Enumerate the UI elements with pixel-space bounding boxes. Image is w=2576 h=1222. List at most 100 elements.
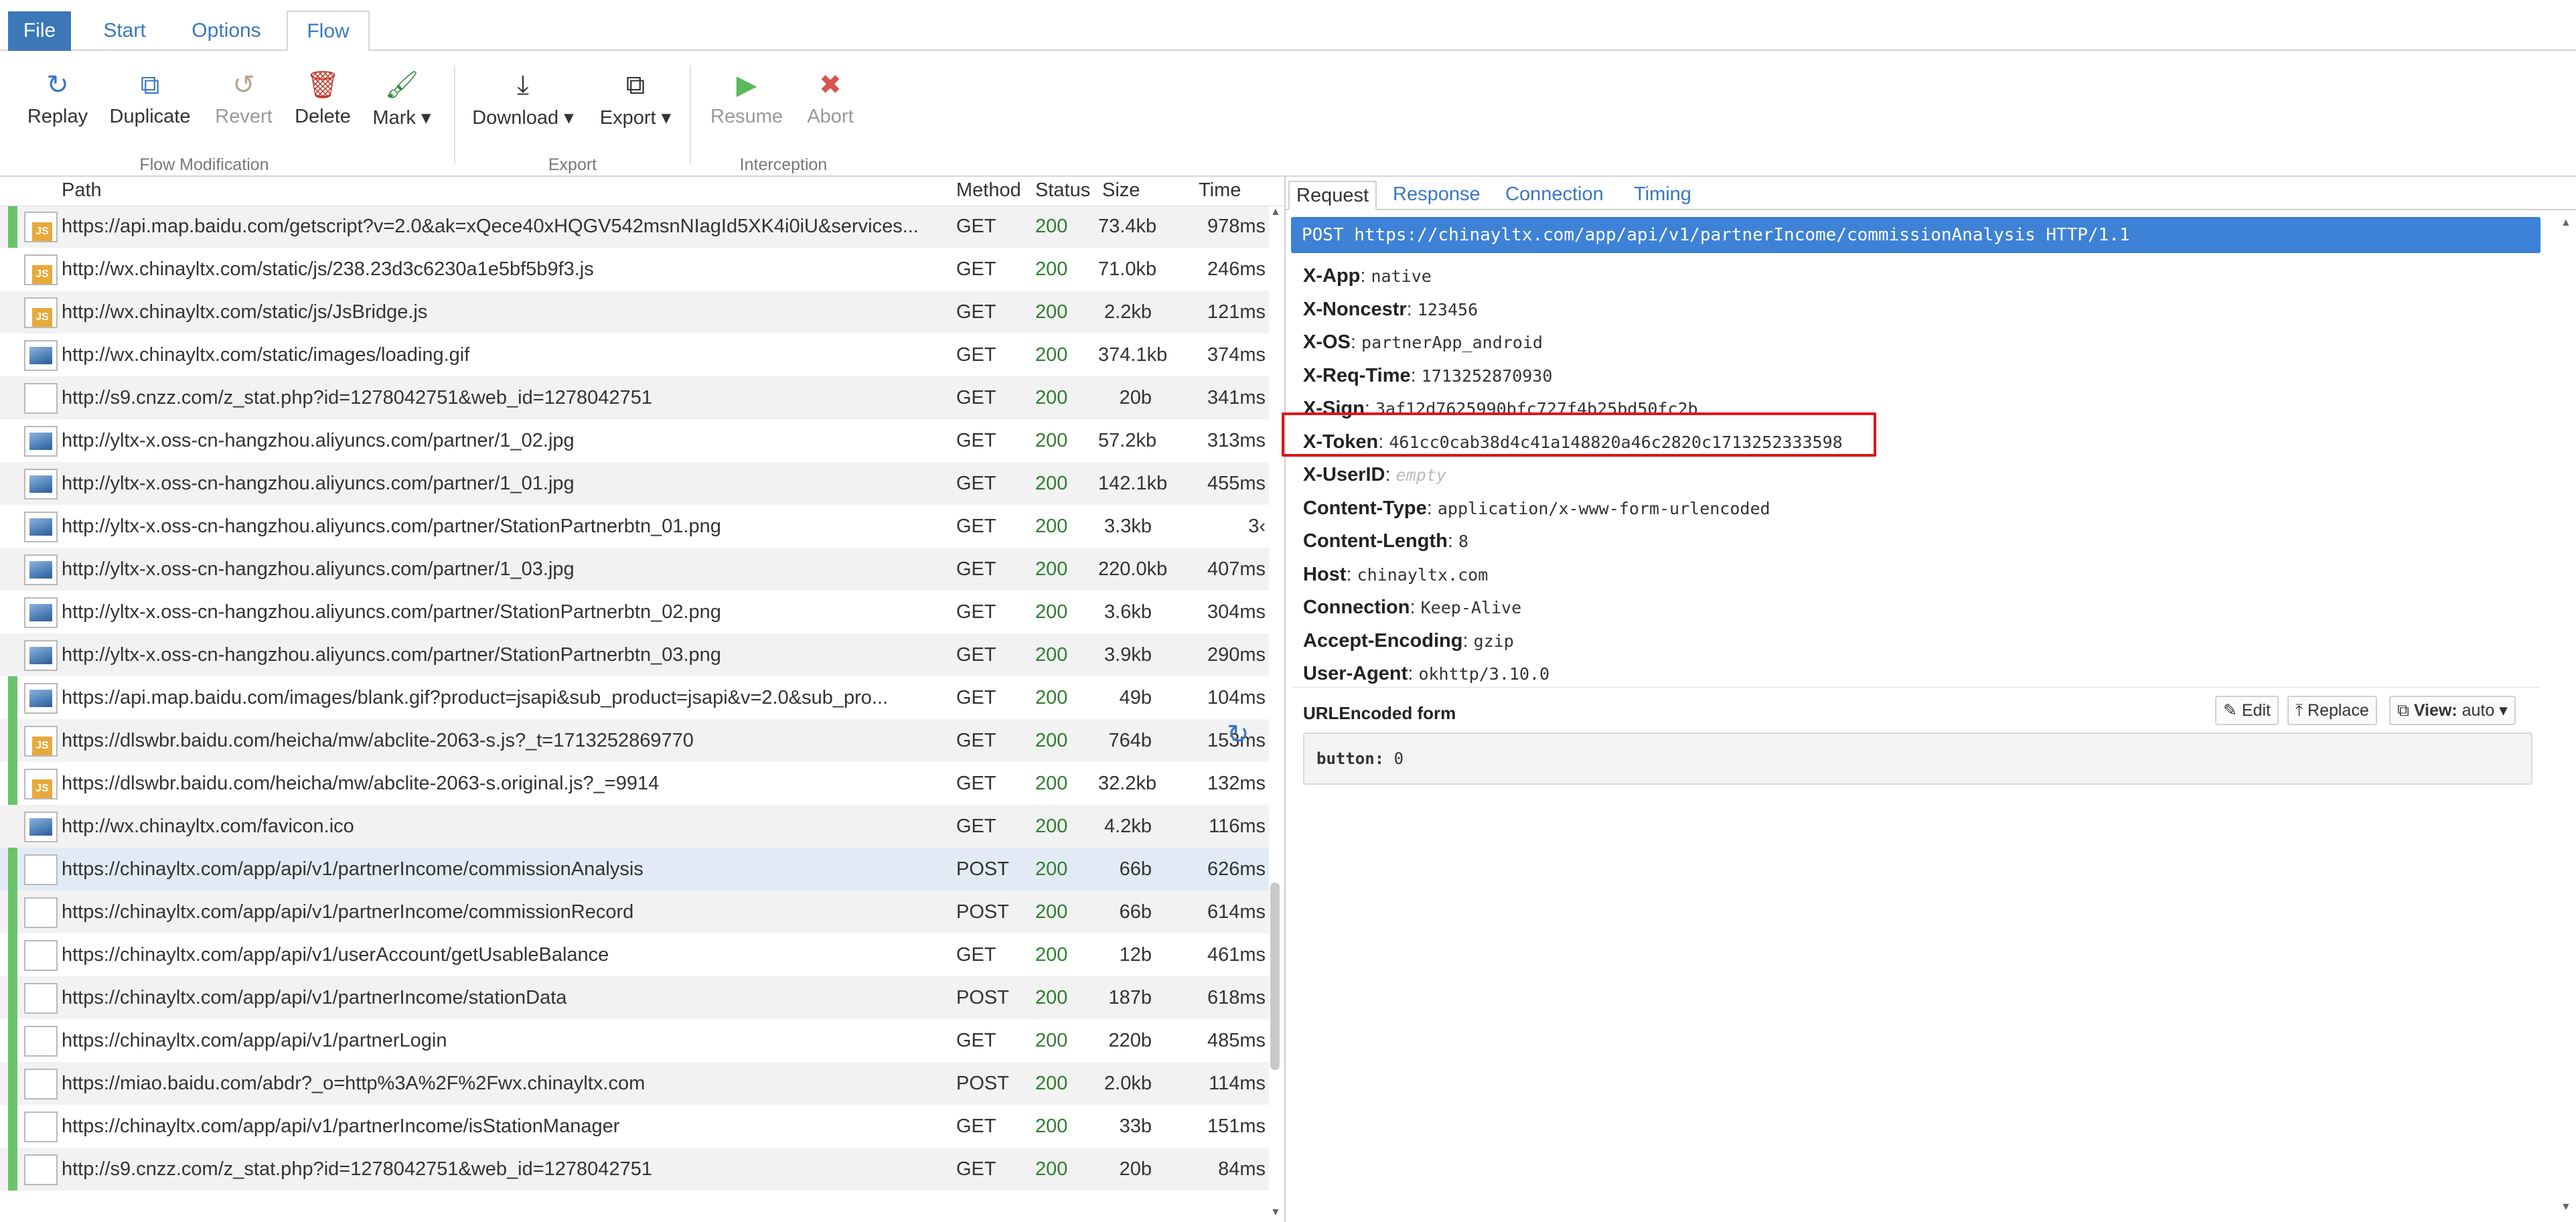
resume-button[interactable]: ▶ Resume xyxy=(708,68,785,135)
flow-modification-group-label: Flow Modification xyxy=(139,155,269,174)
flow-time: 461ms xyxy=(1207,944,1266,966)
document-icon xyxy=(24,897,58,928)
tab-response[interactable]: Response xyxy=(1386,181,1487,210)
document-icon xyxy=(24,940,58,971)
image-file-icon xyxy=(24,426,58,457)
column-header-time[interactable]: Time xyxy=(1199,179,1241,202)
flow-time: 246ms xyxy=(1207,258,1266,280)
flow-marker xyxy=(8,633,17,676)
flow-row[interactable]: http://wx.chinayltx.com/favicon.ico GET 20… xyxy=(0,805,1269,848)
tab-connection[interactable]: Connection xyxy=(1499,181,1610,210)
ribbon-toolbar: ↻ Replay ⧉ Duplicate ↺ Revert 🗑 Delete 🖌… xyxy=(0,51,2576,177)
column-header-size[interactable]: Size xyxy=(1102,179,1140,202)
replace-button[interactable]: ⤒ Replace xyxy=(2287,696,2377,725)
refresh-icon[interactable]: ↻ xyxy=(1227,719,1249,750)
delete-button[interactable]: 🗑 Delete xyxy=(288,68,358,135)
flow-time: 614ms xyxy=(1207,901,1266,923)
scroll-up-icon[interactable]: ▲ xyxy=(1270,206,1281,218)
flow-time: 455ms xyxy=(1207,473,1266,494)
flow-marker xyxy=(8,933,17,976)
flow-time: 341ms xyxy=(1207,387,1266,408)
flow-row[interactable]: https://chinayltx.com/app/api/v1/partner… xyxy=(0,1105,1269,1148)
column-header-path[interactable]: Path xyxy=(62,179,102,202)
download-icon: ⤓ xyxy=(517,70,529,100)
document-icon xyxy=(24,1026,58,1057)
flow-row[interactable]: http://wx.chinayltx.com/static/js/JsBrid… xyxy=(0,291,1269,333)
duplicate-button[interactable]: ⧉ Duplicate xyxy=(104,68,196,135)
flow-status: 200 xyxy=(1035,901,1068,923)
flow-status: 200 xyxy=(1035,216,1068,237)
menu-tab-start[interactable]: Start xyxy=(82,11,167,51)
column-header-status[interactable]: Status xyxy=(1035,179,1090,202)
flow-time: 114ms xyxy=(1209,1073,1266,1094)
download-button[interactable]: ⤓ Download ▾ xyxy=(469,68,577,135)
flow-marker xyxy=(8,505,17,548)
tab-timing[interactable]: Timing xyxy=(1627,181,1698,210)
view-mode-select[interactable]: ⧉ View: auto ▾ xyxy=(2389,696,2516,725)
scroll-down-icon[interactable]: ▼ xyxy=(2561,1201,2571,1213)
menu-tab-file[interactable]: File xyxy=(8,11,71,51)
flow-row[interactable]: https://chinayltx.com/app/api/v1/partner… xyxy=(0,1019,1269,1062)
flow-row[interactable]: http://yltx-x.oss-cn-hangzhou.aliyuncs.c… xyxy=(0,548,1269,591)
flow-row[interactable]: https://chinayltx.com/app/api/v1/partner… xyxy=(0,891,1269,933)
menu-tab-options[interactable]: Options xyxy=(175,11,277,51)
tab-request[interactable]: Request xyxy=(1288,181,1377,210)
flow-row[interactable]: http://wx.chinayltx.com/static/js/238.23… xyxy=(0,248,1269,291)
flow-row[interactable]: https://dlswbr.baidu.com/heicha/mw/abcli… xyxy=(0,762,1269,805)
flow-list-scrollbar[interactable]: ▲ ▼ xyxy=(1268,206,1284,1222)
flow-status: 200 xyxy=(1035,687,1068,708)
flow-row[interactable]: http://s9.cnzz.com/z_stat.php?id=1278042… xyxy=(0,376,1269,419)
scroll-up-icon[interactable]: ▲ xyxy=(2561,217,2571,229)
flow-time: 313ms xyxy=(1207,430,1266,451)
flow-marker xyxy=(8,891,17,933)
replay-button[interactable]: ↻ Replay xyxy=(25,68,90,135)
flow-size: 66b xyxy=(1119,858,1152,880)
export-button[interactable]: ⧉ Export ▾ xyxy=(597,68,674,135)
flow-row[interactable]: https://chinayltx.com/app/api/v1/userAcc… xyxy=(0,933,1269,976)
flow-row[interactable]: http://yltx-x.oss-cn-hangzhou.aliyuncs.c… xyxy=(0,419,1269,462)
flow-time: 151ms xyxy=(1207,1116,1266,1137)
flow-marker xyxy=(8,591,17,633)
header-value: chinayltx.com xyxy=(1357,564,1489,585)
export-icon: ⧉ xyxy=(625,70,646,100)
flow-marker xyxy=(8,248,17,291)
flow-status: 200 xyxy=(1035,1073,1068,1094)
edit-button[interactable]: ✎ Edit xyxy=(2215,696,2279,725)
flow-row[interactable]: https://chinayltx.com/app/api/v1/partner… xyxy=(0,848,1269,891)
flow-method: GET xyxy=(956,730,996,751)
flow-size: 764b xyxy=(1108,730,1152,751)
menu-tab-flow[interactable]: Flow xyxy=(287,11,370,52)
flow-row[interactable]: https://api.map.baidu.com/getscript?v=2.… xyxy=(0,205,1269,248)
revert-button[interactable]: ↺ Revert xyxy=(209,68,279,135)
column-header-method[interactable]: Method xyxy=(956,179,1021,202)
scrollbar-thumb[interactable] xyxy=(1270,883,1280,1070)
flow-row[interactable]: https://api.map.baidu.com/images/blank.g… xyxy=(0,676,1269,719)
scroll-down-icon[interactable]: ▼ xyxy=(1270,1207,1281,1219)
flow-row[interactable]: http://yltx-x.oss-cn-hangzhou.aliyuncs.c… xyxy=(0,633,1269,676)
flow-status: 200 xyxy=(1035,730,1068,751)
flow-path: http://wx.chinayltx.com/static/js/238.23… xyxy=(62,258,594,280)
mark-button[interactable]: 🖌 Mark ▾ xyxy=(368,68,435,135)
header-value: 123456 xyxy=(1417,299,1479,319)
upload-icon: ⤒ xyxy=(2295,701,2303,720)
flow-method: GET xyxy=(956,387,996,408)
flow-row[interactable]: http://wx.chinayltx.com/static/images/lo… xyxy=(0,333,1269,376)
flow-row[interactable]: https://chinayltx.com/app/api/v1/partner… xyxy=(0,976,1269,1019)
flow-time: 290ms xyxy=(1207,644,1266,666)
header-key: Accept-Encoding xyxy=(1303,629,1463,652)
header-value: 1713252870930 xyxy=(1421,366,1553,386)
flow-row[interactable]: http://yltx-x.oss-cn-hangzhou.aliyuncs.c… xyxy=(0,462,1269,505)
header-line: X-UserID: empty xyxy=(1303,464,1446,485)
flow-marker xyxy=(8,205,17,248)
flow-row[interactable]: http://yltx-x.oss-cn-hangzhou.aliyuncs.c… xyxy=(0,591,1269,633)
detail-scrollbar[interactable]: ▲ ▼ xyxy=(2558,217,2574,1215)
flow-size: 32.2kb xyxy=(1098,773,1157,794)
flow-row[interactable]: http://s9.cnzz.com/z_stat.php?id=1278042… xyxy=(0,1148,1269,1191)
edit-icon: ✎ xyxy=(2223,701,2237,720)
flow-status: 200 xyxy=(1035,258,1068,280)
abort-button[interactable]: ✖ Abort xyxy=(798,68,862,135)
flow-row[interactable]: https://dlswbr.baidu.com/heicha/mw/abcli… xyxy=(0,719,1269,762)
flow-row[interactable]: http://yltx-x.oss-cn-hangzhou.aliyuncs.c… xyxy=(0,505,1269,548)
flow-row[interactable]: https://miao.baidu.com/abdr?_o=http%3A%2… xyxy=(0,1062,1269,1105)
interception-group-label: Interception xyxy=(739,155,828,174)
